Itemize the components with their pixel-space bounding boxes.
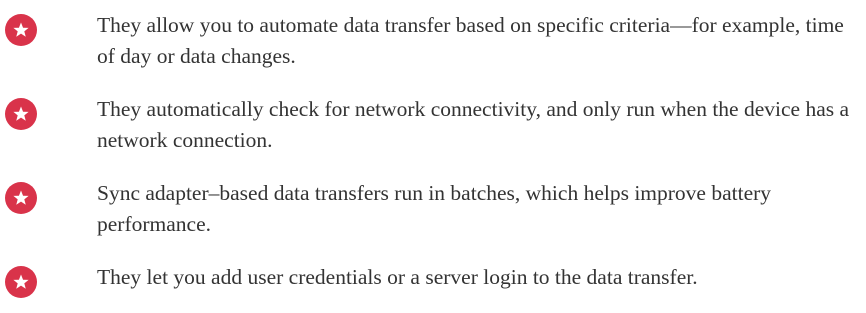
bullet-text: They allow you to automate data transfer… (97, 13, 844, 68)
bullet-text: They let you add user credentials or a s… (97, 265, 698, 289)
star-badge-icon (5, 98, 37, 130)
star-badge-icon (5, 182, 37, 214)
bullet-text: They automatically check for network con… (97, 97, 850, 152)
star-badge-icon (5, 14, 37, 46)
star-badge-icon (5, 266, 37, 298)
benefits-list: They allow you to automate data transfer… (0, 0, 866, 313)
bullet-text: Sync adapter–based data transfers run in… (97, 181, 772, 236)
